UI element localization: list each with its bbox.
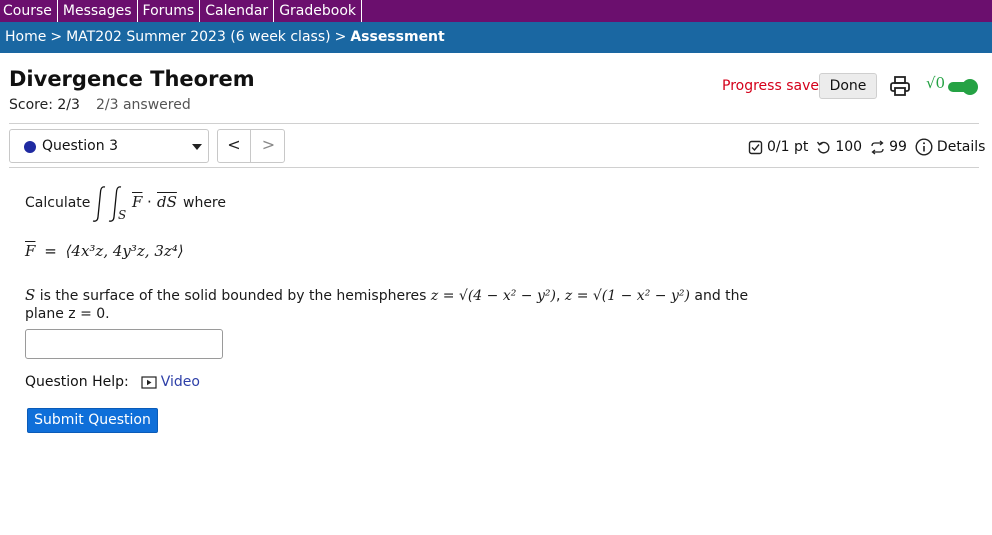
- video-icon: [141, 375, 157, 389]
- retry-icon: [817, 141, 830, 154]
- surface-description: S is the surface of the solid bounded by…: [25, 285, 748, 306]
- print-icon[interactable]: [889, 75, 911, 97]
- video-label: Video: [160, 374, 200, 390]
- chevron-down-icon: [192, 144, 202, 150]
- top-nav: Course Messages Forums Calendar Gradeboo…: [0, 0, 992, 22]
- nav-messages[interactable]: Messages: [58, 0, 138, 22]
- vector-field-definition: F = ⟨4x³z, 4y³z, 3z⁴⟩: [25, 242, 184, 260]
- hemisphere-1: z = √(4 − x² − y²): [430, 288, 556, 304]
- help-label: Question Help:: [25, 374, 129, 390]
- points-text: 0/1 pt: [767, 139, 809, 155]
- question-stats: 0/1 pt 100 99 Details: [748, 137, 985, 157]
- field-equals: =: [44, 242, 57, 260]
- details-text: Details: [936, 139, 986, 155]
- submit-question-button[interactable]: Submit Question: [27, 408, 158, 433]
- next-question-button[interactable]: >: [252, 130, 285, 162]
- breadcrumb: Home > MAT202 Summer 2023 (6 week class) > A…: [0, 22, 992, 53]
- plane-text: plane z = 0.: [25, 306, 110, 322]
- question-help: Question Help: Video: [25, 374, 200, 390]
- divider: [9, 167, 979, 168]
- hemisphere-comma: ,: [555, 288, 561, 304]
- question-status-dot: [24, 141, 36, 153]
- and-the-text: and the: [694, 288, 749, 304]
- sqrt-icon: √0: [926, 74, 946, 92]
- score-text: Score: 2/3: [9, 97, 80, 113]
- progress-saved-status: Progress saved: [722, 78, 828, 94]
- question-pager: < >: [217, 129, 285, 163]
- divider: [9, 123, 979, 124]
- field-vector: ⟨4x³z, 4y³z, 3z⁴⟩: [65, 242, 184, 260]
- integral-subscript: S: [118, 208, 127, 222]
- vector-f: F: [132, 193, 143, 211]
- vector-ds: dS: [157, 193, 177, 211]
- toggle-knob: [962, 79, 978, 95]
- hemisphere-2: z = √(1 − x² − y²): [564, 288, 690, 304]
- attempts-icon: [871, 139, 884, 155]
- calc-prefix: Calculate: [25, 195, 91, 211]
- points-stat: 0/1 pt: [748, 139, 808, 155]
- dot-operator: ·: [147, 193, 152, 211]
- answered-count: 2/3 answered: [96, 97, 191, 113]
- field-lhs: F: [25, 242, 36, 260]
- math-entry-toggle[interactable]: √0: [926, 74, 978, 98]
- prev-question-button[interactable]: <: [218, 130, 251, 162]
- question-select-label: Question 3: [42, 138, 118, 154]
- nav-calendar[interactable]: Calendar: [200, 0, 275, 22]
- calc-suffix: where: [183, 195, 226, 211]
- breadcrumb-separator: >: [50, 29, 63, 45]
- breadcrumb-home[interactable]: Home: [5, 29, 46, 45]
- breadcrumb-separator: >: [334, 29, 347, 45]
- attempts-text: 99: [889, 139, 907, 155]
- breadcrumb-course[interactable]: MAT202 Summer 2023 (6 week class): [66, 29, 331, 45]
- nav-gradebook[interactable]: Gradebook: [274, 0, 362, 22]
- answer-input[interactable]: [25, 329, 223, 359]
- checkbox-icon: [748, 140, 763, 154]
- nav-forums[interactable]: Forums: [138, 0, 201, 22]
- page-title: Divergence Theorem: [9, 67, 255, 91]
- info-icon: [915, 138, 933, 156]
- done-button[interactable]: Done: [819, 73, 877, 99]
- attempts-stat: 99: [870, 139, 907, 155]
- surface-text: is the surface of the solid bounded by t…: [39, 288, 427, 304]
- video-link[interactable]: Video: [141, 374, 200, 390]
- retries-stat: 100: [816, 139, 862, 155]
- question-select[interactable]: Question 3: [9, 129, 209, 163]
- details-link[interactable]: Details: [915, 138, 986, 156]
- breadcrumb-current: Assessment: [350, 29, 445, 45]
- retries-text: 100: [835, 139, 863, 155]
- double-integral-symbol: [92, 186, 122, 222]
- surface-symbol: S: [25, 286, 36, 304]
- nav-course[interactable]: Course: [0, 0, 58, 22]
